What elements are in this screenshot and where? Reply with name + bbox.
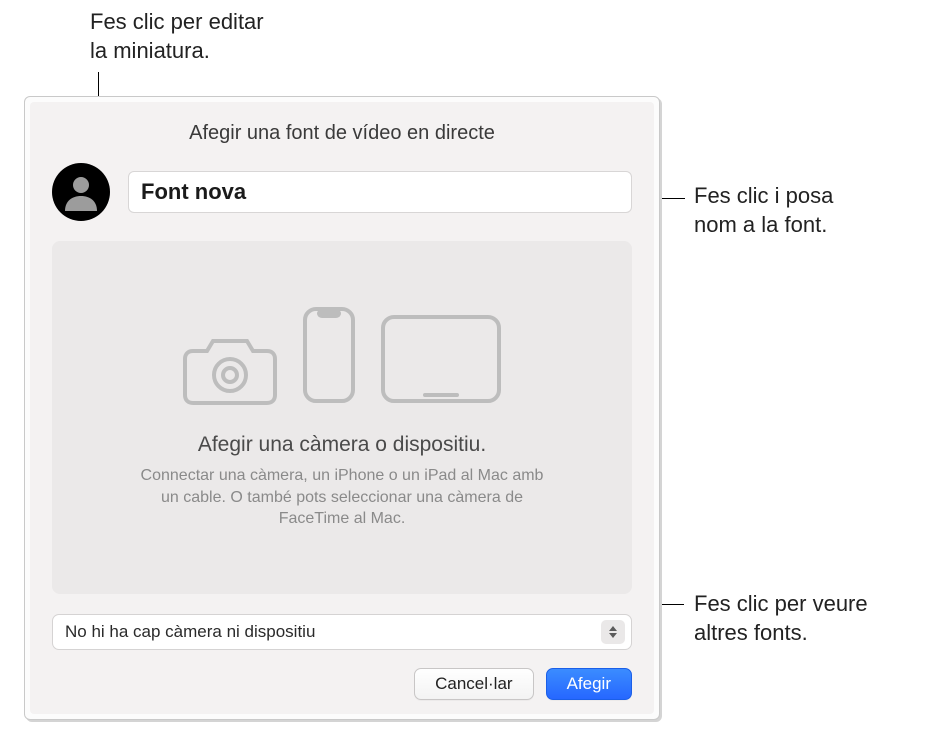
source-name-input[interactable] [128, 171, 632, 213]
thumbnail-edit-button[interactable] [52, 163, 110, 221]
person-silhouette-icon [60, 171, 102, 213]
dialog-add-live-video-source: Afegir una font de vídeo en directe [24, 96, 660, 720]
dialog-body: Afegir una font de vídeo en directe [30, 102, 654, 714]
callout-name-font: Fes clic i posa nom a la font. [694, 182, 833, 239]
dropdown-selected-label: No hi ha cap càmera ni dispositiu [65, 622, 601, 642]
cancel-button[interactable]: Cancel·lar [414, 668, 533, 700]
callout-other-sources: Fes clic per veure altres fonts. [694, 590, 868, 647]
ipad-icon [379, 313, 503, 405]
camera-device-dropdown[interactable]: No hi ha cap càmera ni dispositiu [52, 614, 632, 650]
updown-chevron-icon [601, 620, 625, 644]
camera-icon [181, 327, 279, 405]
iphone-icon [301, 305, 357, 405]
add-button[interactable]: Afegir [546, 668, 632, 700]
device-well: Afegir una càmera o dispositiu. Connecta… [52, 241, 632, 594]
callout-edit-thumbnail: Fes clic per editar la miniatura. [90, 8, 264, 65]
dialog-title: Afegir una font de vídeo en directe [52, 122, 632, 145]
well-subtitle: Connectar una càmera, un iPhone o un iPa… [132, 465, 552, 530]
well-title: Afegir una càmera o dispositiu. [198, 433, 486, 457]
